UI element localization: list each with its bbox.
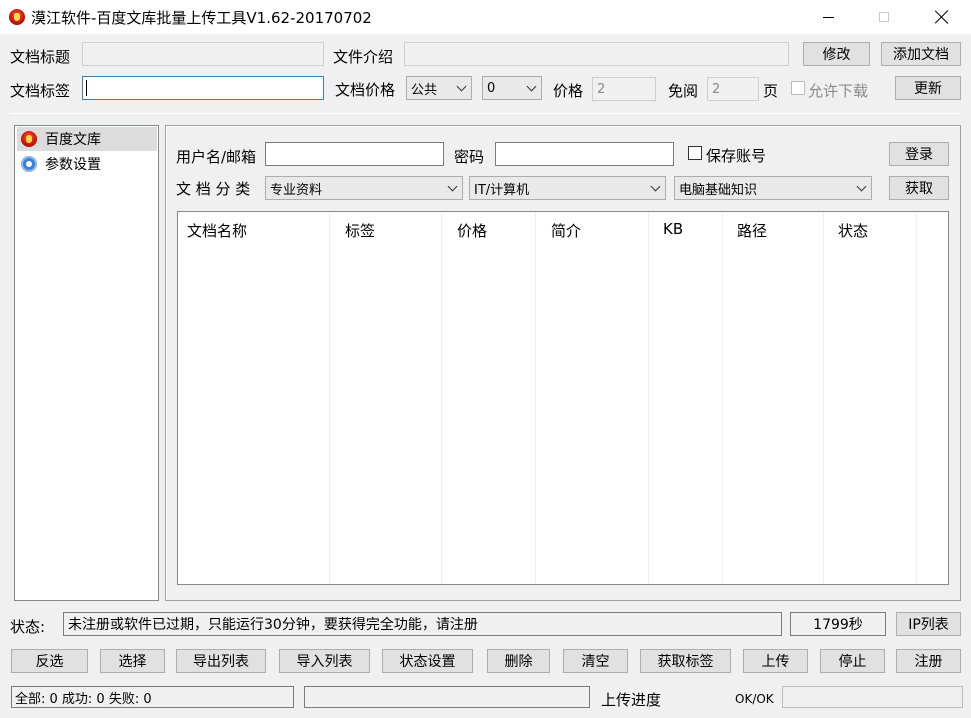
category3-value: 电脑基础知识 (679, 182, 758, 198)
status-label: 状态: (10, 618, 46, 636)
doc-tags-input[interactable] (82, 76, 324, 100)
category-label: 文 档 分 类 (176, 180, 251, 198)
fetch-button[interactable]: 获取 (889, 176, 949, 200)
column-divider (441, 212, 442, 584)
free-read-input[interactable] (707, 77, 759, 101)
price-label: 价格 (553, 82, 584, 100)
free-read-label: 免阅 (668, 82, 699, 100)
baidu-icon (21, 131, 37, 147)
category2-select[interactable]: IT/计算机 (469, 176, 666, 200)
document-table[interactable]: 文档名称 标签 价格 简介 KB 路径 状态 (177, 211, 949, 585)
add-doc-button[interactable]: 添加文档 (881, 42, 961, 66)
column-header-name[interactable]: 文档名称 (187, 220, 247, 241)
price-input[interactable] (592, 77, 656, 101)
sidebar-item-label: 百度文库 (45, 132, 101, 148)
close-button[interactable] (919, 0, 965, 34)
price-type-select[interactable]: 公共 (406, 76, 472, 100)
current-file-box (304, 686, 590, 708)
text-caret (86, 80, 87, 96)
allow-download-label: 允许下载 (808, 82, 869, 100)
password-input[interactable] (495, 142, 674, 166)
column-divider (535, 212, 536, 584)
progress-label: 上传进度 (601, 691, 662, 709)
sidebar-item-baidu[interactable]: 百度文库 (17, 127, 157, 151)
window-title: 漠江软件-百度文库批量上传工具V1.62-20170702 (31, 9, 372, 27)
column-header-price[interactable]: 价格 (457, 220, 487, 241)
price-type-value: 公共 (411, 82, 438, 98)
column-header-kb[interactable]: KB (663, 220, 683, 238)
allow-download-checkbox[interactable] (791, 81, 805, 95)
delete-button[interactable]: 删除 (487, 649, 550, 673)
maximize-icon (879, 12, 889, 22)
price-amount-select[interactable]: 0 (482, 76, 542, 100)
username-input[interactable] (265, 142, 444, 166)
file-intro-input[interactable] (404, 42, 789, 66)
select-button[interactable]: 选择 (100, 649, 165, 673)
gear-icon (21, 156, 37, 172)
password-label: 密码 (454, 148, 485, 166)
chevron-down-icon (456, 81, 467, 92)
minimize-icon (822, 16, 834, 18)
register-button[interactable]: 注册 (896, 649, 961, 673)
chevron-down-icon (856, 181, 867, 192)
category1-select[interactable]: 专业资料 (265, 176, 463, 200)
doc-title-label: 文档标题 (10, 48, 71, 66)
doc-tags-label: 文档标签 (10, 82, 71, 100)
category1-value: 专业资料 (270, 182, 323, 198)
doc-price-label: 文档价格 (335, 81, 396, 99)
column-header-intro[interactable]: 简介 (551, 220, 581, 241)
sidebar-item-settings[interactable]: 参数设置 (17, 152, 157, 176)
column-header-path[interactable]: 路径 (737, 220, 767, 241)
minimize-button[interactable] (805, 0, 851, 34)
column-divider (916, 212, 917, 584)
save-account-label: 保存账号 (706, 147, 767, 165)
timer-display: 1799秒 (790, 612, 886, 636)
progress-bar (782, 686, 963, 708)
status-settings-button[interactable]: 状态设置 (382, 649, 473, 673)
sidebar-item-label: 参数设置 (45, 157, 101, 173)
close-icon (935, 10, 949, 24)
ip-list-button[interactable]: IP列表 (896, 612, 961, 636)
maximize-button[interactable] (861, 0, 907, 34)
category2-value: IT/计算机 (474, 182, 530, 198)
column-header-tags[interactable]: 标签 (345, 220, 375, 241)
divider (10, 113, 961, 114)
stop-button[interactable]: 停止 (820, 649, 885, 673)
invert-selection-button[interactable]: 反选 (11, 649, 88, 673)
summary-box: 全部: 0 成功: 0 失败: 0 (11, 686, 294, 708)
clear-button[interactable]: 清空 (563, 649, 628, 673)
file-intro-label: 文件介绍 (333, 48, 394, 66)
app-icon (9, 9, 25, 25)
progress-text: OK/OK (735, 692, 774, 706)
column-divider (329, 212, 330, 584)
username-label: 用户名/邮箱 (176, 148, 257, 166)
column-divider (648, 212, 649, 584)
price-amount-value: 0 (487, 80, 496, 96)
category3-select[interactable]: 电脑基础知识 (674, 176, 872, 200)
status-message: 未注册或软件已过期，只能运行30分钟，要获得完全功能，请注册 (63, 612, 782, 636)
column-divider (722, 212, 723, 584)
import-list-button[interactable]: 导入列表 (279, 649, 370, 673)
export-list-button[interactable]: 导出列表 (176, 649, 266, 673)
column-header-status[interactable]: 状态 (838, 220, 868, 241)
doc-title-input[interactable] (82, 42, 324, 66)
upload-button[interactable]: 上传 (743, 649, 808, 673)
modify-button[interactable]: 修改 (803, 42, 870, 66)
chevron-down-icon (526, 81, 537, 92)
sidebar: 百度文库 参数设置 (14, 125, 159, 601)
column-divider (823, 212, 824, 584)
page-unit-label: 页 (763, 82, 779, 100)
update-button[interactable]: 更新 (895, 76, 961, 100)
login-button[interactable]: 登录 (889, 142, 949, 166)
chevron-down-icon (650, 181, 661, 192)
chevron-down-icon (447, 181, 458, 192)
get-tags-button[interactable]: 获取标签 (640, 649, 731, 673)
save-account-checkbox[interactable] (688, 146, 702, 160)
